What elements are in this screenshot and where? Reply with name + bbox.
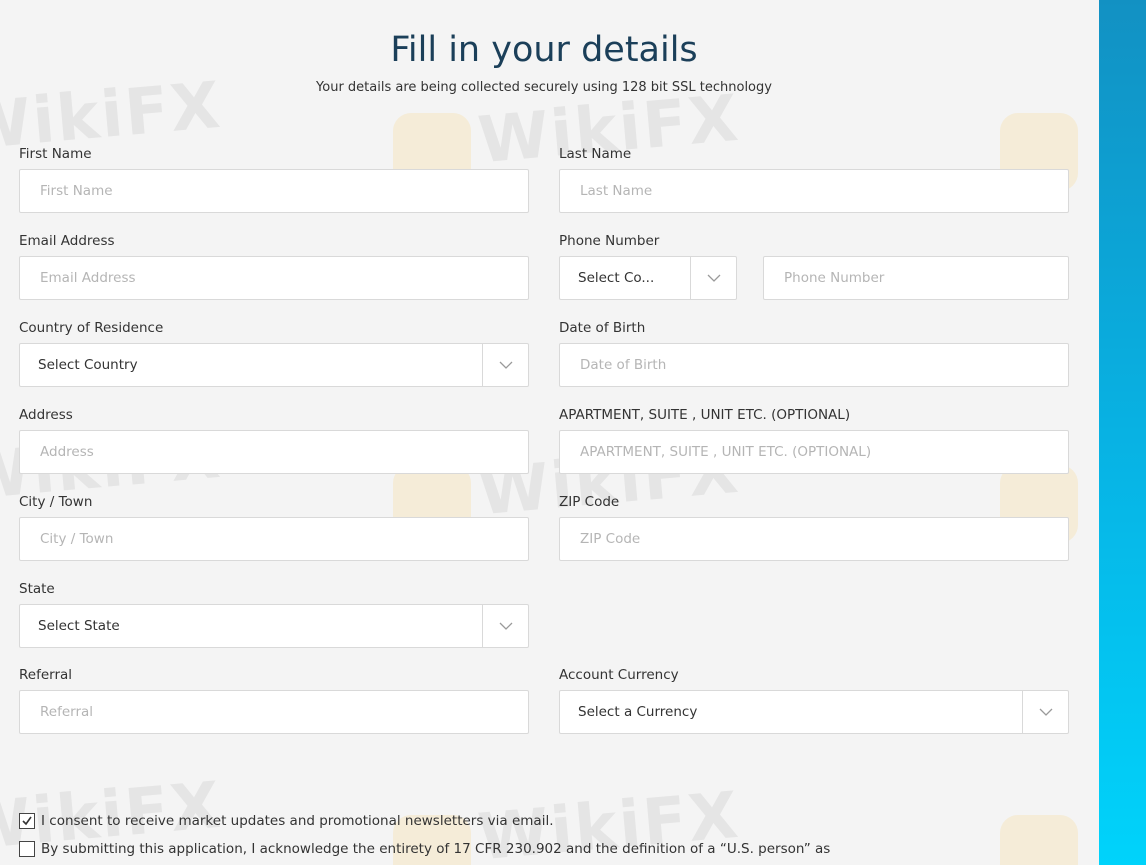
consent-us-person-row[interactable]: By submitting this application, I acknow…: [19, 841, 830, 857]
currency-select-value: Select a Currency: [578, 704, 698, 720]
first-name-input[interactable]: [19, 169, 529, 213]
zip-label: ZIP Code: [559, 494, 620, 510]
first-name-label: First Name: [19, 146, 92, 162]
last-name-label: Last Name: [559, 146, 632, 162]
chevron-down-icon[interactable]: [482, 605, 528, 647]
email-label: Email Address: [19, 233, 115, 249]
chevron-down-icon[interactable]: [482, 344, 528, 386]
apartment-input[interactable]: [559, 430, 1069, 474]
address-input[interactable]: [19, 430, 529, 474]
page-title: Fill in your details: [390, 30, 698, 70]
dob-label: Date of Birth: [559, 320, 646, 336]
watermark-logo: [1000, 815, 1078, 865]
zip-input[interactable]: [559, 517, 1069, 561]
last-name-input[interactable]: [559, 169, 1069, 213]
checkmark-icon: [22, 816, 32, 826]
state-select-value: Select State: [38, 618, 120, 634]
currency-select[interactable]: Select a Currency: [559, 690, 1069, 734]
address-label: Address: [19, 407, 73, 423]
country-select-value: Select Country: [38, 357, 138, 373]
state-select[interactable]: Select State: [19, 604, 529, 648]
email-input[interactable]: [19, 256, 529, 300]
consent-newsletter-checkbox[interactable]: [19, 813, 35, 829]
chevron-down-icon[interactable]: [690, 257, 736, 299]
phone-number-input[interactable]: [763, 256, 1069, 300]
city-label: City / Town: [19, 494, 93, 510]
page-subtitle: Your details are being collected securel…: [316, 80, 772, 95]
currency-label: Account Currency: [559, 667, 679, 683]
watermark-text: WikiFX: [475, 81, 743, 179]
city-input[interactable]: [19, 517, 529, 561]
dob-input[interactable]: [559, 343, 1069, 387]
phone-country-code-select[interactable]: Select Co...: [559, 256, 737, 300]
side-accent-bar: [1099, 0, 1146, 865]
country-label: Country of Residence: [19, 320, 164, 336]
apartment-label: APARTMENT, SUITE , UNIT ETC. (OPTIONAL): [559, 407, 851, 423]
state-label: State: [19, 581, 55, 597]
country-select[interactable]: Select Country: [19, 343, 529, 387]
referral-input[interactable]: [19, 690, 529, 734]
phone-country-code-value: Select Co...: [578, 270, 655, 286]
consent-newsletter-row[interactable]: I consent to receive market updates and …: [19, 813, 554, 829]
chevron-down-icon[interactable]: [1022, 691, 1068, 733]
consent-us-person-checkbox[interactable]: [19, 841, 35, 857]
consent-us-person-text: By submitting this application, I acknow…: [41, 841, 831, 857]
referral-label: Referral: [19, 667, 73, 683]
consent-newsletter-text: I consent to receive market updates and …: [41, 813, 554, 829]
phone-label: Phone Number: [559, 233, 660, 249]
